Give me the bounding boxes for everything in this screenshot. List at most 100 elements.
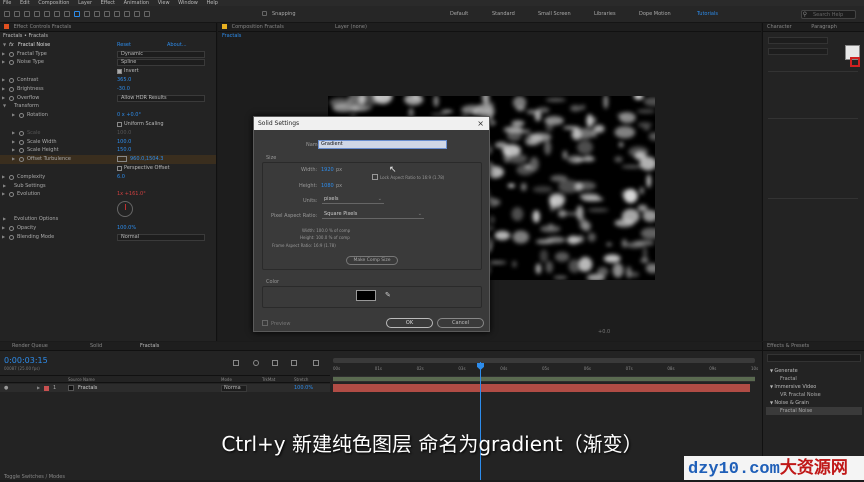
layer-duration-bar[interactable] xyxy=(333,384,750,392)
expand-arrow-icon[interactable]: ▶ xyxy=(12,138,15,147)
property-row[interactable]: ▶ Opacity 100.0% xyxy=(0,224,216,233)
reset-link[interactable]: Reset xyxy=(117,41,131,50)
property-checkbox-label[interactable]: Invert xyxy=(124,67,139,76)
property-row[interactable]: ▶ Contrast 365.0 xyxy=(0,76,216,85)
property-dropdown[interactable]: Normal xyxy=(117,233,205,241)
crosshair-icon[interactable] xyxy=(117,156,127,163)
layer-label-color[interactable] xyxy=(44,385,49,391)
work-area-range[interactable] xyxy=(333,377,755,381)
snapping-checkbox[interactable] xyxy=(262,11,267,16)
property-row[interactable]: ▶ Fractal Type Dynamic xyxy=(0,50,216,59)
motion-blur-icon[interactable] xyxy=(291,360,297,366)
workspace-tutorials[interactable]: Tutorials xyxy=(697,11,718,17)
puppet-tool-icon[interactable] xyxy=(144,11,150,17)
effects-search-input[interactable] xyxy=(767,354,861,362)
width-value[interactable]: 1920 xyxy=(321,167,334,173)
tab-paragraph[interactable]: Paragraph xyxy=(811,24,837,30)
property-row[interactable]: ▶ Evolution Options xyxy=(0,215,216,224)
expand-arrow-icon[interactable]: ▼ xyxy=(3,102,6,111)
draft-3d-icon[interactable] xyxy=(253,360,259,366)
tab-render-queue[interactable]: Render Queue xyxy=(12,342,48,351)
expand-arrow-icon[interactable]: ▶ xyxy=(3,215,6,224)
expand-arrow-icon[interactable]: ▶ xyxy=(2,94,5,103)
camera-tool-icon[interactable] xyxy=(54,11,60,17)
work-area-bar[interactable] xyxy=(333,376,755,382)
property-dropdown[interactable]: Allow HDR Results xyxy=(117,94,205,102)
workspace-small-screen[interactable]: Small Screen xyxy=(538,11,571,17)
property-row[interactable]: ▶ Blending Mode Normal xyxy=(0,233,216,242)
layer-expand-arrow-icon[interactable]: ▶ xyxy=(37,384,40,392)
stopwatch-icon[interactable] xyxy=(9,174,14,180)
property-value[interactable]: 100.0 xyxy=(117,129,131,138)
col-stretch[interactable]: Stretch xyxy=(294,376,308,383)
playhead-line[interactable] xyxy=(480,362,481,480)
property-row[interactable]: ▶ Complexity 6.0 xyxy=(0,173,216,182)
property-row[interactable]: ▶ Scale Height 150.0 xyxy=(0,146,216,155)
property-dropdown[interactable]: Dynamic xyxy=(117,50,205,58)
roto-tool-icon[interactable] xyxy=(134,11,140,17)
expand-arrow-icon[interactable]: ▶ xyxy=(2,85,5,94)
property-checkbox[interactable] xyxy=(117,69,122,75)
property-value[interactable]: 150.0 xyxy=(117,146,131,155)
graph-editor-icon[interactable] xyxy=(313,360,319,366)
stopwatch-icon[interactable] xyxy=(19,148,24,154)
time-navigator[interactable] xyxy=(333,358,755,363)
pen-tool-icon[interactable] xyxy=(84,11,90,17)
stopwatch-icon[interactable] xyxy=(9,225,14,231)
property-checkbox-label[interactable]: Uniform Scaling xyxy=(124,120,164,129)
clone-tool-icon[interactable] xyxy=(114,11,120,17)
property-row[interactable]: ▶ Rotation 0 x +0.0° xyxy=(0,111,216,120)
evolution-dial[interactable] xyxy=(117,201,133,217)
property-row[interactable]: Uniform Scaling xyxy=(0,120,216,129)
ok-button[interactable]: OK xyxy=(386,318,433,328)
home-tool-icon[interactable] xyxy=(4,11,10,17)
make-comp-size-button[interactable]: Make Comp Size xyxy=(346,256,398,265)
layer-stretch-value[interactable]: 100.0% xyxy=(294,384,313,392)
property-checkbox[interactable] xyxy=(117,165,122,171)
stroke-color-swatch[interactable] xyxy=(850,57,860,67)
paragraph-align-controls[interactable] xyxy=(768,198,858,258)
close-icon[interactable]: × xyxy=(477,117,484,130)
stopwatch-icon[interactable] xyxy=(9,77,14,83)
effect-item[interactable]: VR Fractal Noise xyxy=(766,391,862,399)
rotate-tool-icon[interactable] xyxy=(44,11,50,17)
layer-mode-dropdown[interactable]: Norma xyxy=(221,384,247,392)
stopwatch-icon[interactable] xyxy=(19,130,24,136)
stopwatch-icon[interactable] xyxy=(19,157,24,163)
property-value[interactable]: 100.0 xyxy=(117,138,131,147)
hand-tool-icon[interactable] xyxy=(24,11,30,17)
tab-character[interactable]: Character xyxy=(767,24,792,30)
effect-category[interactable]: ▼ Noise & Grain xyxy=(766,399,862,407)
height-value[interactable]: 1080 xyxy=(321,183,334,189)
property-value[interactable]: 0 x +0.0° xyxy=(117,111,141,120)
frame-blending-icon[interactable] xyxy=(272,360,278,366)
search-help-input[interactable]: Search Help xyxy=(801,10,856,19)
stopwatch-icon[interactable] xyxy=(19,113,24,119)
property-row[interactable]: ▼ Transform xyxy=(0,102,216,111)
property-row[interactable]: Invert xyxy=(0,67,216,76)
selection-tool-icon[interactable] xyxy=(14,11,20,17)
workspace-dope-motion[interactable]: Dope Motion xyxy=(639,11,671,17)
property-row[interactable]: ▶ Evolution 1x +161.0° xyxy=(0,190,216,199)
property-value[interactable]: 6.0 xyxy=(117,173,125,182)
property-row[interactable]: Perspective Offset xyxy=(0,164,216,173)
property-value[interactable]: 1x +161.0° xyxy=(117,190,146,199)
cancel-button[interactable]: Cancel xyxy=(437,318,484,328)
expand-arrow-icon[interactable]: ▶ xyxy=(12,111,15,120)
collapse-arrow-icon[interactable]: ▼ xyxy=(3,41,6,50)
comp-flowchart-icon[interactable] xyxy=(233,360,239,366)
stopwatch-icon[interactable] xyxy=(9,95,14,101)
effect-item[interactable]: Fractal Noise xyxy=(766,407,862,415)
workspace-default[interactable]: Default xyxy=(450,11,468,17)
effects-presets-title[interactable]: Effects & Presets xyxy=(763,342,864,351)
expand-arrow-icon[interactable]: ▶ xyxy=(3,182,6,191)
property-value[interactable]: -30.0 xyxy=(117,85,130,94)
preview-checkbox[interactable] xyxy=(262,320,268,326)
col-trkmat[interactable]: TrkMat xyxy=(262,376,275,383)
workspace-libraries[interactable]: Libraries xyxy=(594,11,616,17)
property-dropdown[interactable]: Spline xyxy=(117,59,205,67)
font-family-dropdown[interactable] xyxy=(768,37,828,44)
property-row[interactable]: ▶ Brightness -30.0 xyxy=(0,85,216,94)
stopwatch-icon[interactable] xyxy=(19,139,24,145)
effect-category[interactable]: ▼ Generate xyxy=(766,367,862,375)
